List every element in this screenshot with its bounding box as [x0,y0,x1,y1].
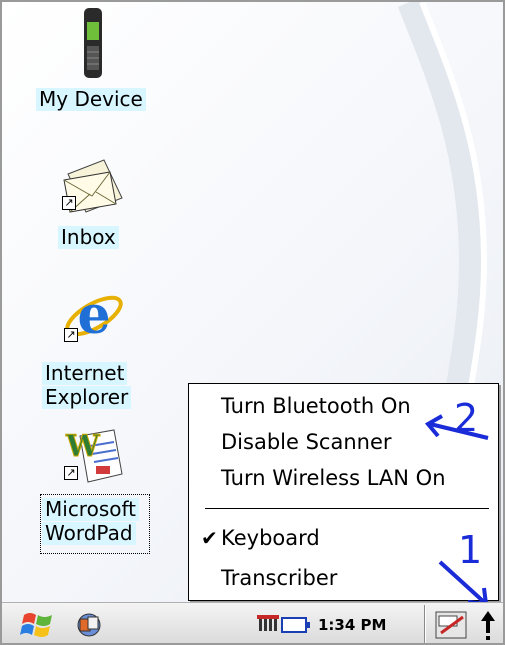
checkmark-icon: ✔ [201,526,218,550]
wordpad-label-line1: Microsoft [42,498,140,521]
menu-item-disable-scanner[interactable]: Disable Scanner [189,424,498,460]
internet-explorer-label-line1: Internet [42,362,128,385]
menu-item-keyboard[interactable]: ✔ Keyboard [189,520,498,556]
signal-icon[interactable] [255,611,281,637]
menu-item-label: Turn Bluetooth On [221,394,411,418]
shortcut-arrow-icon: ↗ [62,196,76,210]
device-screen: My Device ↗ Inbox e ↗ Internet Explorer [0,0,505,645]
inbox-label: Inbox [58,226,119,249]
up-arrow-icon[interactable] [477,609,499,643]
tray-divider [424,605,426,643]
menu-item-transcriber[interactable]: Transcriber [189,560,498,596]
desktop-icon-inbox[interactable]: ↗ Inbox [52,150,142,260]
svg-text:e: e [77,286,110,346]
shortcut-arrow-icon: ↗ [64,466,78,480]
callout-number-2: 2 [454,396,479,440]
battery-icon[interactable] [281,615,311,635]
menu-item-label: Keyboard [221,526,320,550]
tray-popup-menu: Turn Bluetooth On Disable Scanner Turn W… [188,383,499,601]
shortcut-arrow-icon: ↗ [64,328,78,342]
desktop-icon-internet-explorer[interactable]: e ↗ Internet Explorer [42,282,152,422]
menu-separator [205,508,489,509]
desktop-icon-my-device[interactable]: My Device [36,2,156,118]
app-switcher-icon[interactable] [72,609,106,641]
windows-start-icon[interactable] [20,609,56,641]
desktop-icon-wordpad[interactable]: W ↗ Microsoft WordPad [40,422,152,558]
wordpad-label-line2: WordPad [42,522,136,545]
internet-explorer-label-line2: Explorer [42,386,132,409]
callout-number-1: 1 [458,528,483,572]
input-panel-icon[interactable] [433,609,469,641]
my-device-label: My Device [36,88,146,111]
handheld-device-icon [84,8,102,78]
svg-text:W: W [65,429,101,464]
menu-item-label: Transcriber [221,566,338,590]
taskbar-clock[interactable]: 1:34 PM [318,603,386,643]
taskbar: 1:34 PM [2,602,503,643]
menu-item-label: Turn Wireless LAN On [221,466,446,490]
menu-item-turn-wireless-lan-on[interactable]: Turn Wireless LAN On [189,460,498,496]
menu-item-label: Disable Scanner [221,430,392,454]
menu-item-turn-bluetooth-on[interactable]: Turn Bluetooth On [189,388,498,424]
